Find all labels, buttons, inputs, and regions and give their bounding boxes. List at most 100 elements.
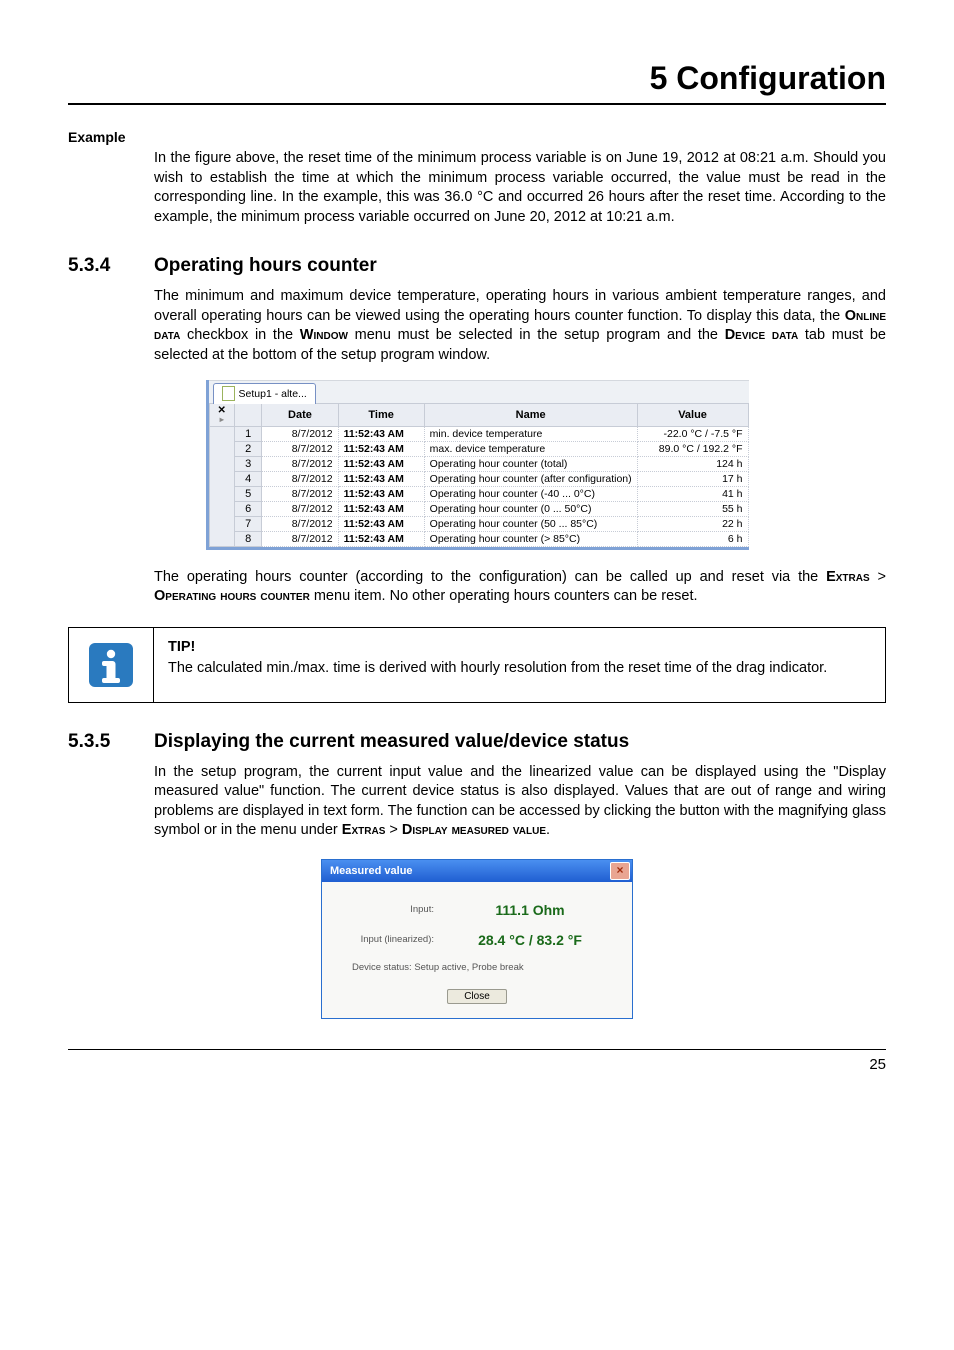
cell-name: Operating hour counter (total)	[424, 456, 637, 471]
row-num: 4	[234, 471, 261, 486]
cell-date: 8/7/2012	[262, 501, 338, 516]
tab-label: Setup1 - alte...	[239, 388, 307, 400]
grid-header-blank	[234, 403, 261, 426]
input-linearized-label: Input (linearized):	[334, 934, 440, 945]
cell-time: 11:52:43 AM	[338, 486, 424, 501]
cell-time: 11:52:43 AM	[338, 471, 424, 486]
table-row[interactable]: 88/7/201211:52:43 AMOperating hour count…	[209, 531, 748, 546]
row-num: 6	[234, 501, 261, 516]
data-grid: ✕ ▸ Date Time Name Value 18/7/201211:52:…	[209, 403, 749, 547]
device-status: Device status: Setup active, Probe break	[352, 962, 620, 973]
section-535-para: In the setup program, the current input …	[154, 763, 886, 841]
status-value: Setup active, Probe break	[414, 962, 523, 973]
arrow-icon: ▸	[214, 416, 230, 424]
cell-name: min. device temperature	[424, 426, 637, 441]
grid-header-time[interactable]: Time	[338, 403, 424, 426]
dialog-content: Input: 111.1 Ohm Input (linearized): 28.…	[322, 882, 632, 1018]
caps-extras: Extras	[826, 569, 870, 585]
cell-name: Operating hour counter (50 ... 85°C)	[424, 516, 637, 531]
section-535-title: Displaying the current measured value/de…	[154, 731, 629, 753]
cell-date: 8/7/2012	[262, 456, 338, 471]
cell-value: 55 h	[637, 501, 748, 516]
document-tab[interactable]: Setup1 - alte...	[213, 383, 316, 404]
cell-date: 8/7/2012	[262, 441, 338, 456]
row-num: 1	[234, 426, 261, 441]
cell-name: Operating hour counter (0 ... 50°C)	[424, 501, 637, 516]
input-row: Input: 111.1 Ohm	[334, 902, 620, 918]
cell-time: 11:52:43 AM	[338, 426, 424, 441]
table-row[interactable]: 78/7/201211:52:43 AMOperating hour count…	[209, 516, 748, 531]
caps-device-data: Device data	[725, 327, 798, 343]
table-row[interactable]: 18/7/201211:52:43 AMmin. device temperat…	[209, 426, 748, 441]
cell-value: 22 h	[637, 516, 748, 531]
cell-name: Operating hour counter (> 85°C)	[424, 531, 637, 546]
cell-date: 8/7/2012	[262, 516, 338, 531]
table-row[interactable]: 38/7/201211:52:43 AMOperating hour count…	[209, 456, 748, 471]
tip-label: TIP!	[168, 638, 871, 658]
caps-display-measured: Display measured value	[402, 822, 546, 838]
cell-value: -22.0 °C / -7.5 °F	[637, 426, 748, 441]
example-label: Example	[68, 129, 886, 145]
cell-time: 11:52:43 AM	[338, 516, 424, 531]
cell-time: 11:52:43 AM	[338, 531, 424, 546]
text: The minimum and maximum device temperatu…	[154, 288, 886, 324]
cell-value: 17 h	[637, 471, 748, 486]
section-534-title: Operating hours counter	[154, 255, 377, 277]
dialog-title: Measured value	[330, 865, 413, 877]
page-number: 25	[68, 1056, 886, 1073]
caps-window: Window	[300, 327, 348, 343]
cell-date: 8/7/2012	[262, 471, 338, 486]
cell-date: 8/7/2012	[262, 426, 338, 441]
table-row[interactable]: 68/7/201211:52:43 AMOperating hour count…	[209, 501, 748, 516]
cell-value: 89.0 °C / 192.2 °F	[637, 441, 748, 456]
close-icon[interactable]: ×	[610, 862, 630, 880]
grid-corner[interactable]: ✕ ▸	[209, 403, 234, 426]
input-linearized-row: Input (linearized): 28.4 °C / 83.2 °F	[334, 932, 620, 948]
table-row[interactable]: 48/7/201211:52:43 AMOperating hour count…	[209, 471, 748, 486]
grid-header-date[interactable]: Date	[262, 403, 338, 426]
row-num: 8	[234, 531, 261, 546]
table-row[interactable]: 58/7/201211:52:43 AMOperating hour count…	[209, 486, 748, 501]
cell-time: 11:52:43 AM	[338, 441, 424, 456]
caps-extras: Extras	[342, 822, 386, 838]
text: .	[546, 822, 550, 838]
cell-name: Operating hour counter (after configurat…	[424, 471, 637, 486]
section-534-num: 5.3.4	[68, 255, 154, 277]
cell-value: 41 h	[637, 486, 748, 501]
measured-value-dialog: Measured value × Input: 111.1 Ohm Input …	[321, 859, 633, 1019]
tip-text: TIP! The calculated min./max. time is de…	[154, 628, 885, 702]
document-icon	[222, 386, 235, 401]
close-icon: ✕	[214, 406, 230, 416]
tip-box: TIP! The calculated min./max. time is de…	[68, 627, 886, 703]
close-button[interactable]: Close	[447, 989, 507, 1004]
tip-icon-cell	[69, 628, 154, 702]
cell-date: 8/7/2012	[262, 531, 338, 546]
section-534-para1: The minimum and maximum device temperatu…	[154, 287, 886, 365]
row-num: 7	[234, 516, 261, 531]
cell-value: 6 h	[637, 531, 748, 546]
section-535-num: 5.3.5	[68, 731, 154, 753]
cell-name: max. device temperature	[424, 441, 637, 456]
grid-header-value[interactable]: Value	[637, 403, 748, 426]
status-label: Device status:	[352, 962, 412, 973]
row-num: 3	[234, 456, 261, 471]
text: menu must be selected in the setup progr…	[348, 327, 725, 343]
example-text: In the figure above, the reset time of t…	[154, 149, 886, 227]
tip-body: The calculated min./max. time is derived…	[168, 660, 827, 676]
text: menu item. No other operating hours coun…	[310, 588, 698, 604]
row-gutter	[209, 426, 234, 546]
cell-time: 11:52:43 AM	[338, 501, 424, 516]
chapter-title: 5 Configuration	[68, 60, 886, 97]
cell-name: Operating hour counter (-40 ... 0°C)	[424, 486, 637, 501]
tab-bar: Setup1 - alte...	[209, 380, 749, 403]
cell-date: 8/7/2012	[262, 486, 338, 501]
section-534-para2: The operating hours counter (according t…	[154, 568, 886, 607]
footer-rule	[68, 1049, 886, 1050]
row-num: 2	[234, 441, 261, 456]
table-row[interactable]: 28/7/201211:52:43 AMmax. device temperat…	[209, 441, 748, 456]
text: >	[385, 822, 402, 838]
dialog-titlebar[interactable]: Measured value ×	[322, 860, 632, 882]
grid-header-name[interactable]: Name	[424, 403, 637, 426]
row-num: 5	[234, 486, 261, 501]
input-value: 111.1 Ohm	[440, 902, 620, 918]
